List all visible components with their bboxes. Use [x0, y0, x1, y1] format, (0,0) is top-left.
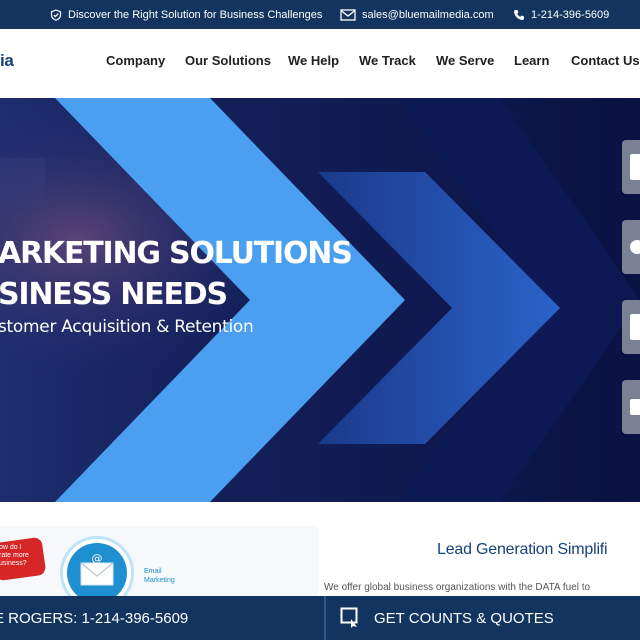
nav-item-our-solutions[interactable]: Our Solutions [185, 53, 271, 68]
shield-check-icon [50, 8, 62, 21]
hero-subtitle: stomer Acquisition & Retention [0, 317, 254, 337]
tagline-text: Discover the Right Solution for Business… [68, 8, 323, 21]
phone-link[interactable]: 1-214-396-5609 [531, 9, 609, 21]
quote-request-icon [340, 607, 358, 628]
get-counts-quotes-label: GET COUNTS & QUOTES [374, 609, 554, 627]
main-navbar: ia Company Our Solutions We Help We Trac… [0, 29, 640, 98]
hero-title-line2: SINESS NEEDS [0, 277, 228, 312]
side-tab-1[interactable] [622, 140, 640, 194]
call-button[interactable]: E ROGERS: 1-214-396-5609 [0, 596, 324, 640]
side-tab-3[interactable] [622, 300, 640, 354]
content-section: ow do I rate more usiness? @ Email Marke… [0, 502, 640, 610]
phone-contact[interactable]: 1-214-396-5609 [513, 0, 609, 29]
mail-icon [340, 8, 356, 21]
hero-banner: ARKETING SOLUTIONS SINESS NEEDS stomer A… [0, 98, 640, 502]
bottom-bar-divider [324, 596, 326, 640]
lead-generation-title: Lead Generation Simplifi [437, 541, 608, 558]
side-tab-4[interactable] [622, 380, 640, 434]
call-label: E ROGERS: 1-214-396-5609 [0, 609, 189, 627]
speech-bubble-text: ow do I rate more usiness? [0, 544, 29, 567]
document-icon [630, 154, 640, 180]
nav-item-we-serve[interactable]: We Serve [436, 53, 494, 68]
envelope-icon: @ [80, 552, 114, 586]
email-contact[interactable]: sales@bluemailmedia.com [340, 0, 494, 29]
logo[interactable]: ia [0, 51, 14, 71]
email-marketing-label: Email Marketing [144, 568, 175, 584]
hero-title-line1: ARKETING SOLUTIONS [0, 236, 353, 271]
document-icon [630, 314, 640, 340]
nav-item-we-track[interactable]: We Track [359, 53, 416, 68]
email-marketing-circle: @ [67, 543, 127, 603]
get-counts-quotes-button[interactable]: GET COUNTS & QUOTES [340, 596, 554, 640]
phone-icon [514, 9, 524, 20]
nav-item-company[interactable]: Company [106, 53, 165, 68]
nav-item-we-help[interactable]: We Help [288, 53, 339, 68]
side-tab-2[interactable] [622, 220, 640, 274]
globe-icon [630, 240, 640, 254]
promo-graphic: ow do I rate more usiness? [0, 526, 318, 596]
email-link[interactable]: sales@bluemailmedia.com [362, 9, 494, 21]
lead-generation-text: We offer global business organizations w… [324, 582, 591, 593]
chat-icon [630, 399, 640, 415]
nav-item-contact-us[interactable]: Contact Us [571, 53, 640, 68]
nav-item-learn[interactable]: Learn [514, 53, 549, 68]
top-bar: Discover the Right Solution for Business… [0, 0, 640, 29]
svg-text:@: @ [92, 552, 103, 565]
tagline: Discover the Right Solution for Business… [50, 0, 322, 29]
bottom-cta-bar: E ROGERS: 1-214-396-5609 GET COUNTS & QU… [0, 596, 640, 640]
